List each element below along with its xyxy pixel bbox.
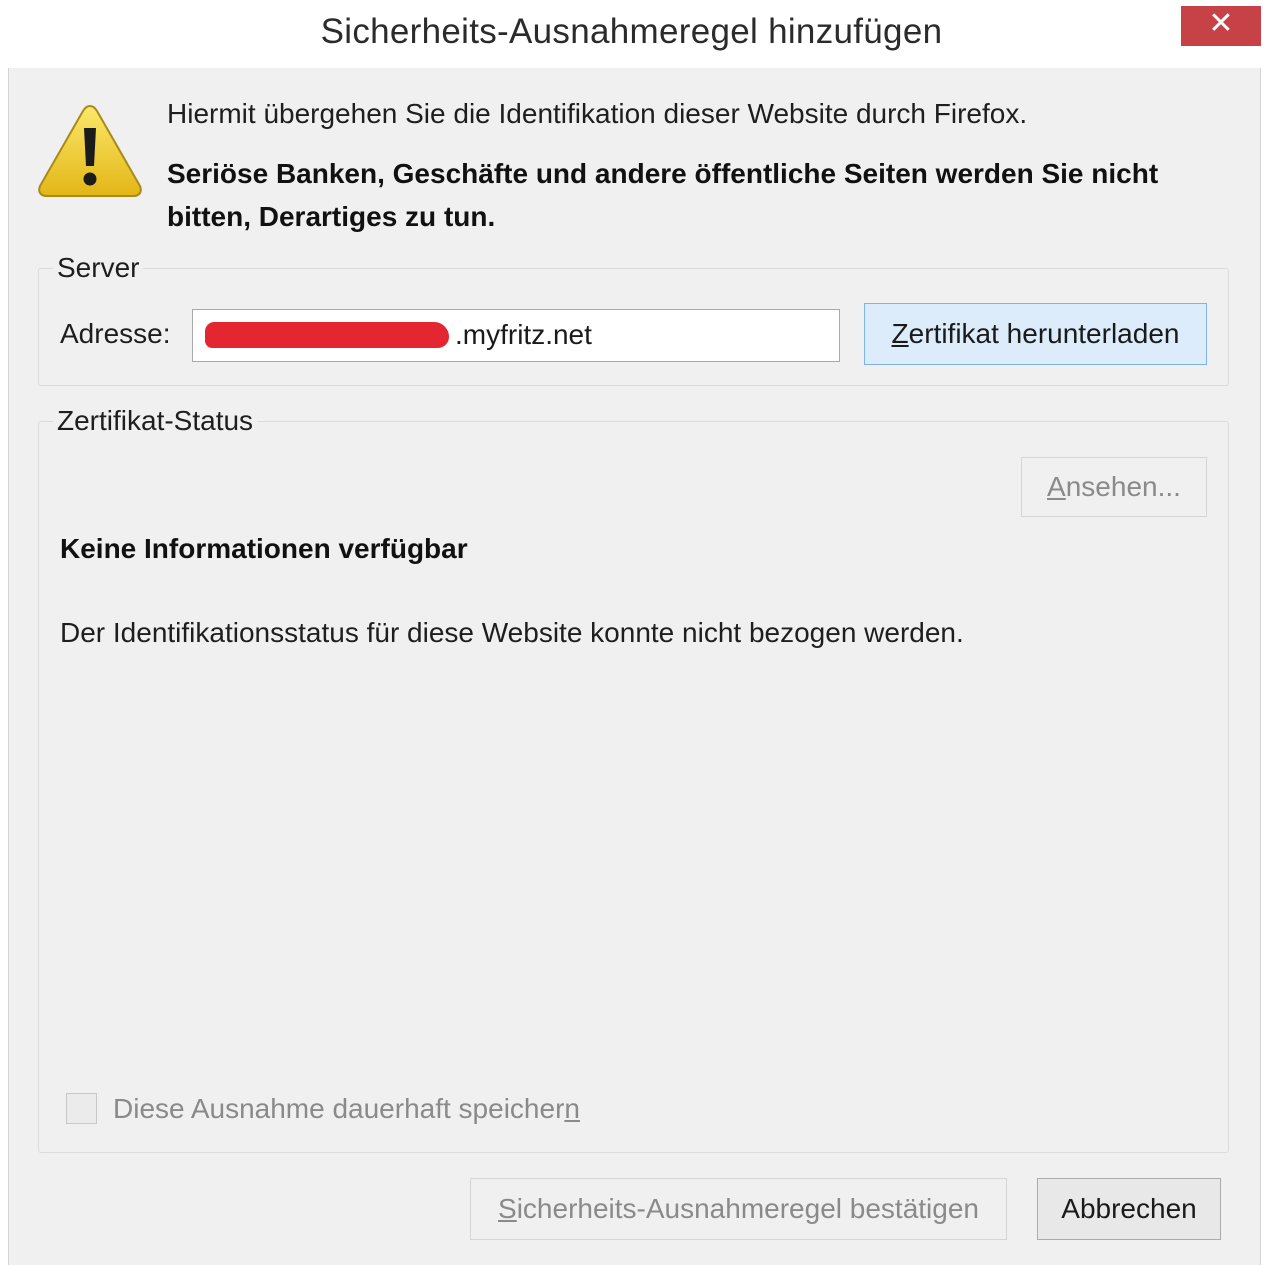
status-description: Der Identifikationsstatus für diese Webs… <box>60 617 964 648</box>
server-legend: Server <box>57 252 140 283</box>
cancel-button[interactable]: Abbrechen <box>1037 1178 1221 1240</box>
close-icon: ✕ <box>1208 7 1234 40</box>
title-bar: Sicherheits-Ausnahmeregel hinzufügen ✕ <box>0 0 1263 68</box>
warning-emphasis: Seriöse Banken, Geschäfte und andere öff… <box>167 158 1159 232</box>
address-label: Adresse: <box>60 318 171 349</box>
warning-message: Hiermit übergehen Sie die Identifikation… <box>167 98 1028 129</box>
certificate-status-legend: Zertifikat-Status <box>57 405 254 436</box>
cancel-label: Abbrechen <box>1061 1193 1197 1224</box>
confirm-exception-button[interactable]: Sicherheits-Ausnahmeregel bestätigen <box>470 1178 1007 1240</box>
download-certificate-label: Zertifikat herunterladen <box>891 318 1180 349</box>
download-certificate-button[interactable]: Zertifikat herunterladen <box>864 303 1207 365</box>
view-certificate-label: Ansehen... <box>1047 471 1181 502</box>
permanent-exception-checkbox[interactable] <box>66 1093 97 1124</box>
permanent-exception-label[interactable]: Diese Ausnahme dauerhaft speichern <box>113 1093 580 1125</box>
status-heading: Keine Informationen verfügbar <box>60 533 468 564</box>
address-value: .myfritz.net <box>455 319 592 350</box>
window-title: Sicherheits-Ausnahmeregel hinzufügen <box>320 12 943 51</box>
warning-triangle-icon <box>38 104 142 197</box>
certificate-status-group: Zertifikat-Status <box>38 405 1229 1153</box>
close-button[interactable]: ✕ <box>1181 6 1261 46</box>
address-input[interactable]: .myfritz.net <box>192 309 840 362</box>
redaction-mark <box>205 322 449 348</box>
confirm-exception-label: Sicherheits-Ausnahmeregel bestätigen <box>498 1193 979 1224</box>
view-certificate-button[interactable]: Ansehen... <box>1021 457 1207 517</box>
